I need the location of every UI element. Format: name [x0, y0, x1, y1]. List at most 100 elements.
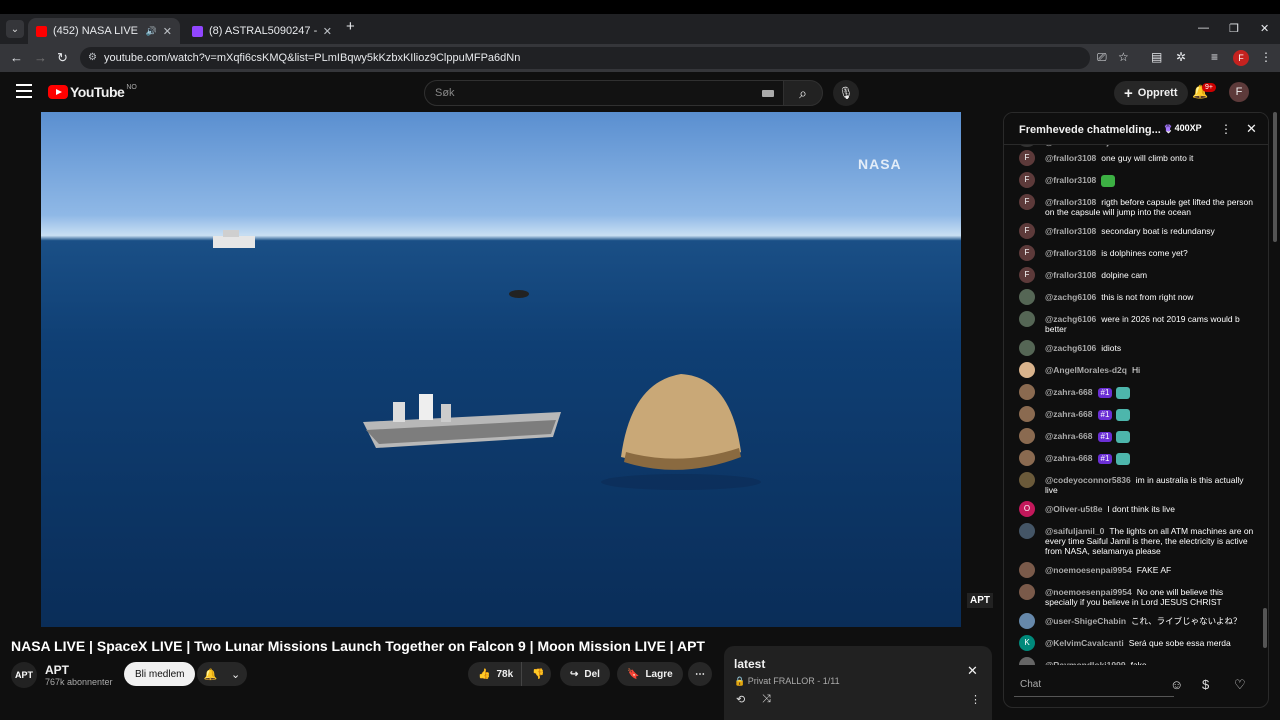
- chat-avatar[interactable]: K: [1019, 635, 1035, 651]
- browser-menu-icon[interactable]: ⋮: [1260, 50, 1272, 64]
- forward-icon[interactable]: →: [34, 50, 47, 65]
- chat-avatar[interactable]: F: [1019, 150, 1035, 166]
- chat-author[interactable]: @zahra-668: [1045, 409, 1093, 419]
- chat-avatar[interactable]: [1019, 406, 1035, 422]
- back-icon[interactable]: ←: [10, 50, 23, 65]
- super-chat-icon[interactable]: $: [1202, 677, 1209, 692]
- chat-avatar[interactable]: [1019, 384, 1035, 400]
- chat-message-list[interactable]: @TheGamerZAjaun F@frallor3108one guy wil…: [1004, 137, 1262, 665]
- chat-avatar[interactable]: [1019, 340, 1035, 356]
- create-button[interactable]: + Opprett: [1114, 81, 1188, 105]
- close-tab-icon[interactable]: ✕: [323, 25, 332, 38]
- extensions-icon[interactable]: ✲: [1176, 50, 1186, 64]
- keyboard-icon[interactable]: [762, 90, 774, 97]
- bookmark-star-icon[interactable]: ☆: [1118, 50, 1129, 64]
- chat-more-icon[interactable]: ⋮: [1220, 122, 1232, 136]
- chat-author[interactable]: @AngelMorales-d2q: [1045, 365, 1127, 375]
- site-info-icon[interactable]: ⚙: [88, 52, 97, 63]
- like-button[interactable]: 👍 78k: [468, 662, 524, 686]
- install-app-icon[interactable]: ⎚: [1097, 50, 1107, 65]
- close-playlist-icon[interactable]: ✕: [967, 663, 978, 679]
- video-player[interactable]: [41, 112, 961, 627]
- chat-avatar[interactable]: F: [1019, 267, 1035, 283]
- share-button[interactable]: ↪ Del: [560, 662, 610, 686]
- chat-author[interactable]: @Raymondloki1999: [1045, 660, 1126, 665]
- save-button[interactable]: 🔖 Lagre: [617, 662, 683, 686]
- close-tab-icon[interactable]: ✕: [163, 25, 172, 38]
- chat-author[interactable]: @saifuljamil_0: [1045, 526, 1104, 536]
- chat-avatar[interactable]: F: [1019, 245, 1035, 261]
- more-actions-button[interactable]: ⋯: [688, 662, 712, 686]
- menu-hamburger-icon[interactable]: [16, 84, 32, 102]
- chat-author[interactable]: @frallor3108: [1045, 270, 1096, 280]
- chat-author[interactable]: @zachg6106: [1045, 292, 1096, 302]
- join-member-button[interactable]: Bli medlem: [124, 662, 196, 686]
- chat-text: これ、ライブじゃないよね？: [1131, 616, 1242, 626]
- chat-avatar[interactable]: O: [1019, 501, 1035, 517]
- chat-author[interactable]: @noemoesenpai9954: [1045, 587, 1132, 597]
- chat-avatar[interactable]: F: [1019, 194, 1035, 210]
- chat-author[interactable]: @zahra-668: [1045, 387, 1093, 397]
- youtube-logo[interactable]: YouTube NO: [48, 84, 137, 100]
- search-input[interactable]: Søk: [424, 80, 784, 106]
- page-scrollbar[interactable]: [1272, 112, 1278, 712]
- reading-list-icon[interactable]: ≡: [1211, 50, 1218, 64]
- chat-author[interactable]: @user-ShigeChabin: [1045, 616, 1126, 626]
- heart-icon[interactable]: ♡: [1234, 677, 1246, 693]
- close-chat-icon[interactable]: ✕: [1246, 121, 1257, 137]
- chat-scrollbar[interactable]: [1262, 148, 1268, 664]
- chat-avatar[interactable]: [1019, 289, 1035, 305]
- url-bar[interactable]: ⚙ youtube.com/watch?v=mXqfi6csKMQ&list=P…: [80, 47, 1090, 69]
- chat-author[interactable]: @frallor3108: [1045, 248, 1096, 258]
- minimize-icon[interactable]: —: [1198, 22, 1209, 34]
- chat-author[interactable]: @frallor3108: [1045, 153, 1096, 163]
- chat-author[interactable]: @frallor3108: [1045, 226, 1096, 236]
- chat-author[interactable]: @noemoesenpai9954: [1045, 565, 1132, 575]
- channel-avatar[interactable]: APT: [11, 662, 37, 688]
- media-icon[interactable]: ▤: [1151, 50, 1162, 64]
- reload-icon[interactable]: ↻: [57, 50, 68, 66]
- chat-avatar[interactable]: [1019, 428, 1035, 444]
- restore-icon[interactable]: ❐: [1229, 22, 1239, 35]
- chat-avatar[interactable]: [1019, 657, 1035, 665]
- chat-author[interactable]: @zachg6106: [1045, 314, 1096, 324]
- chat-author[interactable]: @Oliver-u5t8e: [1045, 504, 1102, 514]
- emoji-icon[interactable]: ☺: [1170, 677, 1183, 692]
- search-button[interactable]: ⌕: [783, 80, 823, 106]
- dislike-button[interactable]: 👎: [521, 662, 551, 686]
- channel-name[interactable]: APT: [45, 663, 69, 677]
- loop-icon[interactable]: ⟲: [736, 693, 745, 706]
- browser-profile-avatar[interactable]: F: [1233, 50, 1249, 66]
- chat-mode-dropdown[interactable]: Fremhevede chatmelding... ⌄: [1019, 123, 1173, 136]
- tab-list-button[interactable]: ⌄: [6, 20, 24, 38]
- chat-avatar[interactable]: F: [1019, 223, 1035, 239]
- chat-author[interactable]: @zahra-668: [1045, 453, 1093, 463]
- chat-author[interactable]: @frallor3108: [1045, 175, 1096, 185]
- chat-author[interactable]: @zahra-668: [1045, 431, 1093, 441]
- chat-avatar[interactable]: [1019, 613, 1035, 629]
- chat-input[interactable]: Chat: [1014, 673, 1174, 697]
- chat-author[interactable]: @frallor3108: [1045, 197, 1096, 207]
- xp-badge[interactable]: ♛ 400XP: [1164, 123, 1202, 134]
- tab-youtube[interactable]: (452) NASA LIVE | SpaceX LI 🔊 ✕: [28, 18, 180, 44]
- chat-author[interactable]: @KelvimCavalcanti: [1045, 638, 1124, 648]
- chat-avatar[interactable]: [1019, 311, 1035, 327]
- chat-avatar[interactable]: [1019, 584, 1035, 600]
- playlist-title[interactable]: latest: [734, 657, 765, 671]
- chat-avatar[interactable]: [1019, 472, 1035, 488]
- shuffle-icon[interactable]: ⤨: [762, 693, 771, 706]
- chat-author[interactable]: @codeyoconnor5836: [1045, 475, 1131, 485]
- playlist-more-icon[interactable]: ⋮: [970, 693, 981, 706]
- account-avatar[interactable]: F: [1229, 82, 1249, 102]
- subscription-bell-button[interactable]: 🔔 ⌄: [197, 662, 247, 686]
- tab-twitch[interactable]: (8) ASTRAL5090247 - Twitch ✕: [184, 18, 340, 44]
- window-close-icon[interactable]: ✕: [1260, 22, 1269, 35]
- chat-avatar[interactable]: F: [1019, 172, 1035, 188]
- chat-avatar[interactable]: [1019, 523, 1035, 539]
- voice-search-button[interactable]: 🎙: [833, 80, 859, 106]
- new-tab-button[interactable]: +: [346, 18, 355, 35]
- chat-avatar[interactable]: [1019, 450, 1035, 466]
- chat-avatar[interactable]: [1019, 562, 1035, 578]
- chat-avatar[interactable]: [1019, 362, 1035, 378]
- chat-author[interactable]: @zachg6106: [1045, 343, 1096, 353]
